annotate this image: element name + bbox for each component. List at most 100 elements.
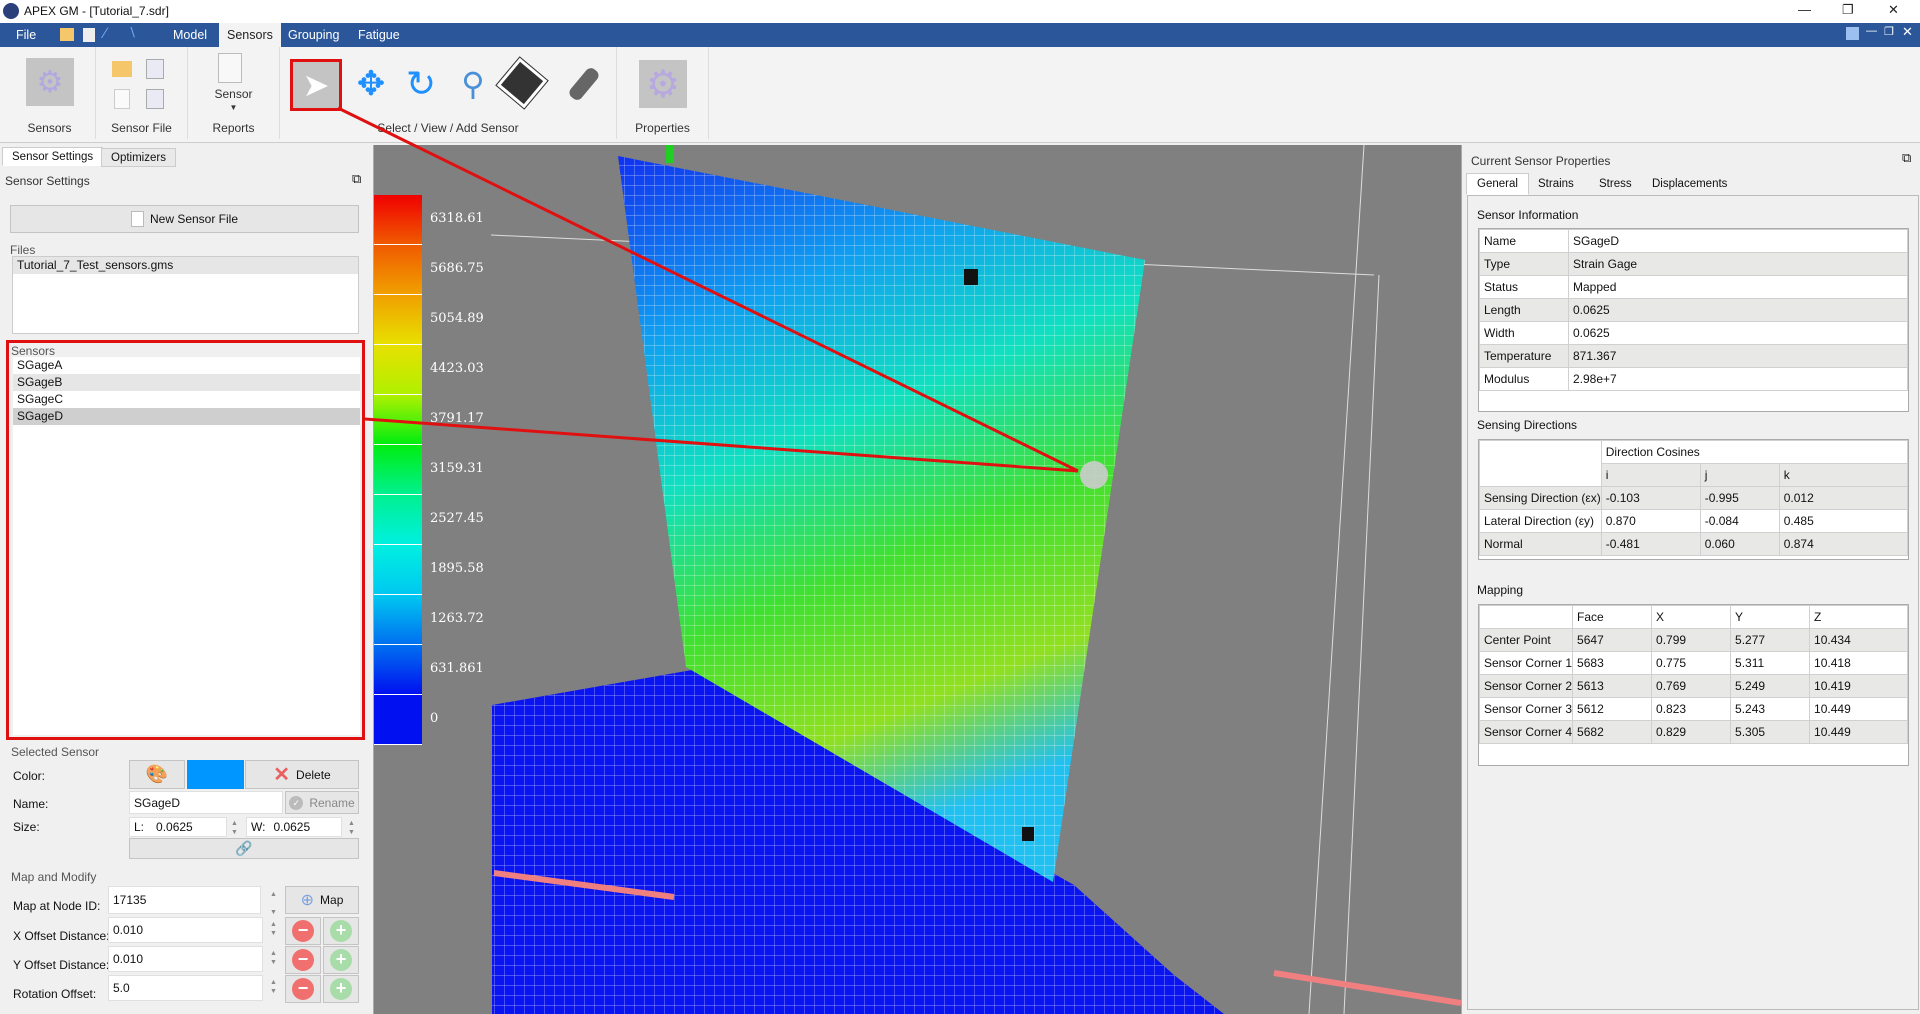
- close-button[interactable]: ✕: [1888, 2, 1899, 18]
- cell-value: 10.419: [1809, 674, 1908, 698]
- tab-sensor-settings[interactable]: Sensor Settings: [2, 147, 104, 166]
- node-id-input[interactable]: 17135: [108, 886, 261, 914]
- x-offset-spinner[interactable]: ▲ ▼: [270, 920, 277, 938]
- probe-sensor-icon[interactable]: [567, 65, 601, 103]
- line-tool-icon[interactable]: ∕: [104, 25, 107, 42]
- link-size-button[interactable]: 🔗: [129, 838, 359, 859]
- properties-gear-icon[interactable]: ⚙: [639, 60, 687, 108]
- close-file-icon[interactable]: [114, 89, 130, 109]
- sensor-item-selected[interactable]: SGageD: [13, 408, 360, 425]
- new-sensor-file-button[interactable]: New Sensor File: [10, 205, 359, 233]
- open-folder-icon[interactable]: [60, 28, 74, 41]
- sensor-marker-b[interactable]: [1022, 827, 1034, 841]
- pan-icon[interactable]: ✥: [348, 61, 394, 107]
- legend-label: 631.861: [430, 661, 484, 676]
- x-offset-decrease-button[interactable]: −: [285, 917, 321, 945]
- restore-button[interactable]: ❐: [1842, 2, 1854, 18]
- y-offset-decrease-button[interactable]: −: [285, 946, 321, 974]
- ribbon-group-reports[interactable]: Sensor ▼ Reports: [188, 47, 280, 139]
- y-offset-input[interactable]: 0.010: [108, 946, 263, 972]
- y-offset-spinner[interactable]: ▲ ▼: [270, 949, 277, 967]
- col-header: Y: [1730, 605, 1811, 629]
- rotation-decrease-button[interactable]: −: [285, 975, 321, 1003]
- cell-value: 5613: [1572, 674, 1653, 698]
- rotation-offset-input[interactable]: 5.0: [108, 975, 263, 1001]
- color-swatch[interactable]: [187, 760, 244, 789]
- files-list[interactable]: Tutorial_7_Test_sensors.gms: [12, 256, 359, 334]
- sensor-marker-a[interactable]: [964, 269, 978, 285]
- save-file-icon[interactable]: [146, 59, 164, 79]
- undock-icon[interactable]: ⧉: [352, 171, 361, 187]
- info-key: Width: [1479, 321, 1569, 345]
- 3d-viewport[interactable]: 6318.61 5686.75 5054.89 4423.03 3791.17 3159.…: [374, 145, 1461, 1014]
- mdi-minimize-button[interactable]: —: [1866, 25, 1877, 37]
- row-label: Sensor Corner 2: [1478, 674, 1574, 698]
- map-button[interactable]: ⊕ Map: [285, 886, 359, 914]
- zoom-magnifier-icon[interactable]: ⚲: [450, 61, 496, 107]
- info-row: Name SGageD: [1479, 229, 1908, 253]
- mapping-row: Center Point 5647 0.799 5.277 10.434: [1478, 628, 1908, 652]
- axis-y-indicator: [666, 145, 674, 163]
- legend-label: 3791.17: [430, 411, 484, 426]
- direction-row: Sensing Direction (εx) -0.103 -0.995 0.012: [1479, 486, 1909, 510]
- rotate-icon[interactable]: ↻: [398, 61, 444, 107]
- x-offset-increase-button[interactable]: +: [323, 917, 359, 945]
- name-input[interactable]: SGageD: [129, 791, 283, 814]
- legend-swatch: [374, 245, 422, 295]
- row-label: Sensing Direction (εx): [1479, 486, 1602, 510]
- col-header: X: [1651, 605, 1732, 629]
- length-spinner[interactable]: ▲ ▼: [231, 819, 238, 837]
- select-arrow-icon[interactable]: ➤: [290, 59, 342, 111]
- info-key: Name: [1479, 229, 1569, 253]
- mdi-close-button[interactable]: ✕: [1902, 24, 1913, 40]
- panel-icon[interactable]: [1846, 27, 1859, 40]
- tab-strains[interactable]: Strains: [1529, 175, 1583, 194]
- menu-model[interactable]: Model: [165, 23, 215, 47]
- cell-value: 10.418: [1809, 651, 1908, 675]
- sensor-info-label: Sensor Information: [1477, 208, 1579, 222]
- node-id-spinner[interactable]: ▲ ▼: [270, 890, 277, 917]
- color-palette-button[interactable]: 🎨: [129, 760, 185, 789]
- menu-sensors[interactable]: Sensors: [219, 23, 281, 47]
- rotation-offset-spinner[interactable]: ▲ ▼: [270, 978, 277, 996]
- row-label: Sensor Corner 3: [1478, 697, 1574, 721]
- sensor-item[interactable]: SGageB: [13, 374, 360, 391]
- rename-button[interactable]: ✓ Rename: [285, 791, 359, 814]
- width-input[interactable]: W: 0.0625: [246, 817, 342, 837]
- save-icon[interactable]: [83, 28, 95, 42]
- new-file-icon: [130, 211, 144, 227]
- tab-stress[interactable]: Stress: [1590, 175, 1641, 194]
- strain-gage-icon[interactable]: [495, 56, 549, 110]
- sensor-item[interactable]: SGageA: [13, 357, 360, 374]
- legend-swatch: [374, 195, 422, 245]
- undock-icon[interactable]: ⧉: [1902, 150, 1911, 166]
- rotation-increase-button[interactable]: +: [323, 975, 359, 1003]
- split-line-icon[interactable]: ∖: [128, 25, 136, 41]
- file-item[interactable]: Tutorial_7_Test_sensors.gms: [13, 257, 358, 274]
- report-document-icon[interactable]: [218, 53, 242, 83]
- menu-file[interactable]: File: [8, 23, 44, 47]
- mdi-restore-button[interactable]: ❐: [1884, 25, 1894, 38]
- menu-grouping[interactable]: Grouping: [280, 23, 347, 47]
- info-key: Status: [1479, 275, 1569, 299]
- dropdown-arrow-icon[interactable]: ▼: [188, 103, 279, 112]
- length-input[interactable]: L: 0.0625: [129, 817, 227, 837]
- sensors-list[interactable]: SGageA SGageB SGageC SGageD: [13, 357, 360, 735]
- sensor-marker-d[interactable]: [1080, 461, 1108, 489]
- y-offset-increase-button[interactable]: +: [323, 946, 359, 974]
- width-spinner[interactable]: ▲ ▼: [348, 819, 355, 837]
- sensor-reports-button[interactable]: Sensor: [188, 87, 279, 101]
- minimize-button[interactable]: —: [1798, 2, 1811, 17]
- menu-fatigue[interactable]: Fatigue: [350, 23, 408, 47]
- tab-displacements[interactable]: Displacements: [1643, 175, 1736, 194]
- open-file-icon[interactable]: [112, 61, 132, 77]
- col-header: Face: [1572, 605, 1653, 629]
- tab-general[interactable]: General: [1466, 173, 1529, 195]
- sensor-item[interactable]: SGageC: [13, 391, 360, 408]
- sensors-gear-icon[interactable]: ⚙: [26, 58, 74, 106]
- x-offset-input[interactable]: 0.010: [108, 917, 263, 943]
- info-row: Width 0.0625: [1479, 321, 1908, 345]
- save-as-icon[interactable]: [146, 89, 164, 109]
- tab-optimizers[interactable]: Optimizers: [101, 148, 176, 167]
- delete-button[interactable]: ✕ Delete: [245, 760, 359, 789]
